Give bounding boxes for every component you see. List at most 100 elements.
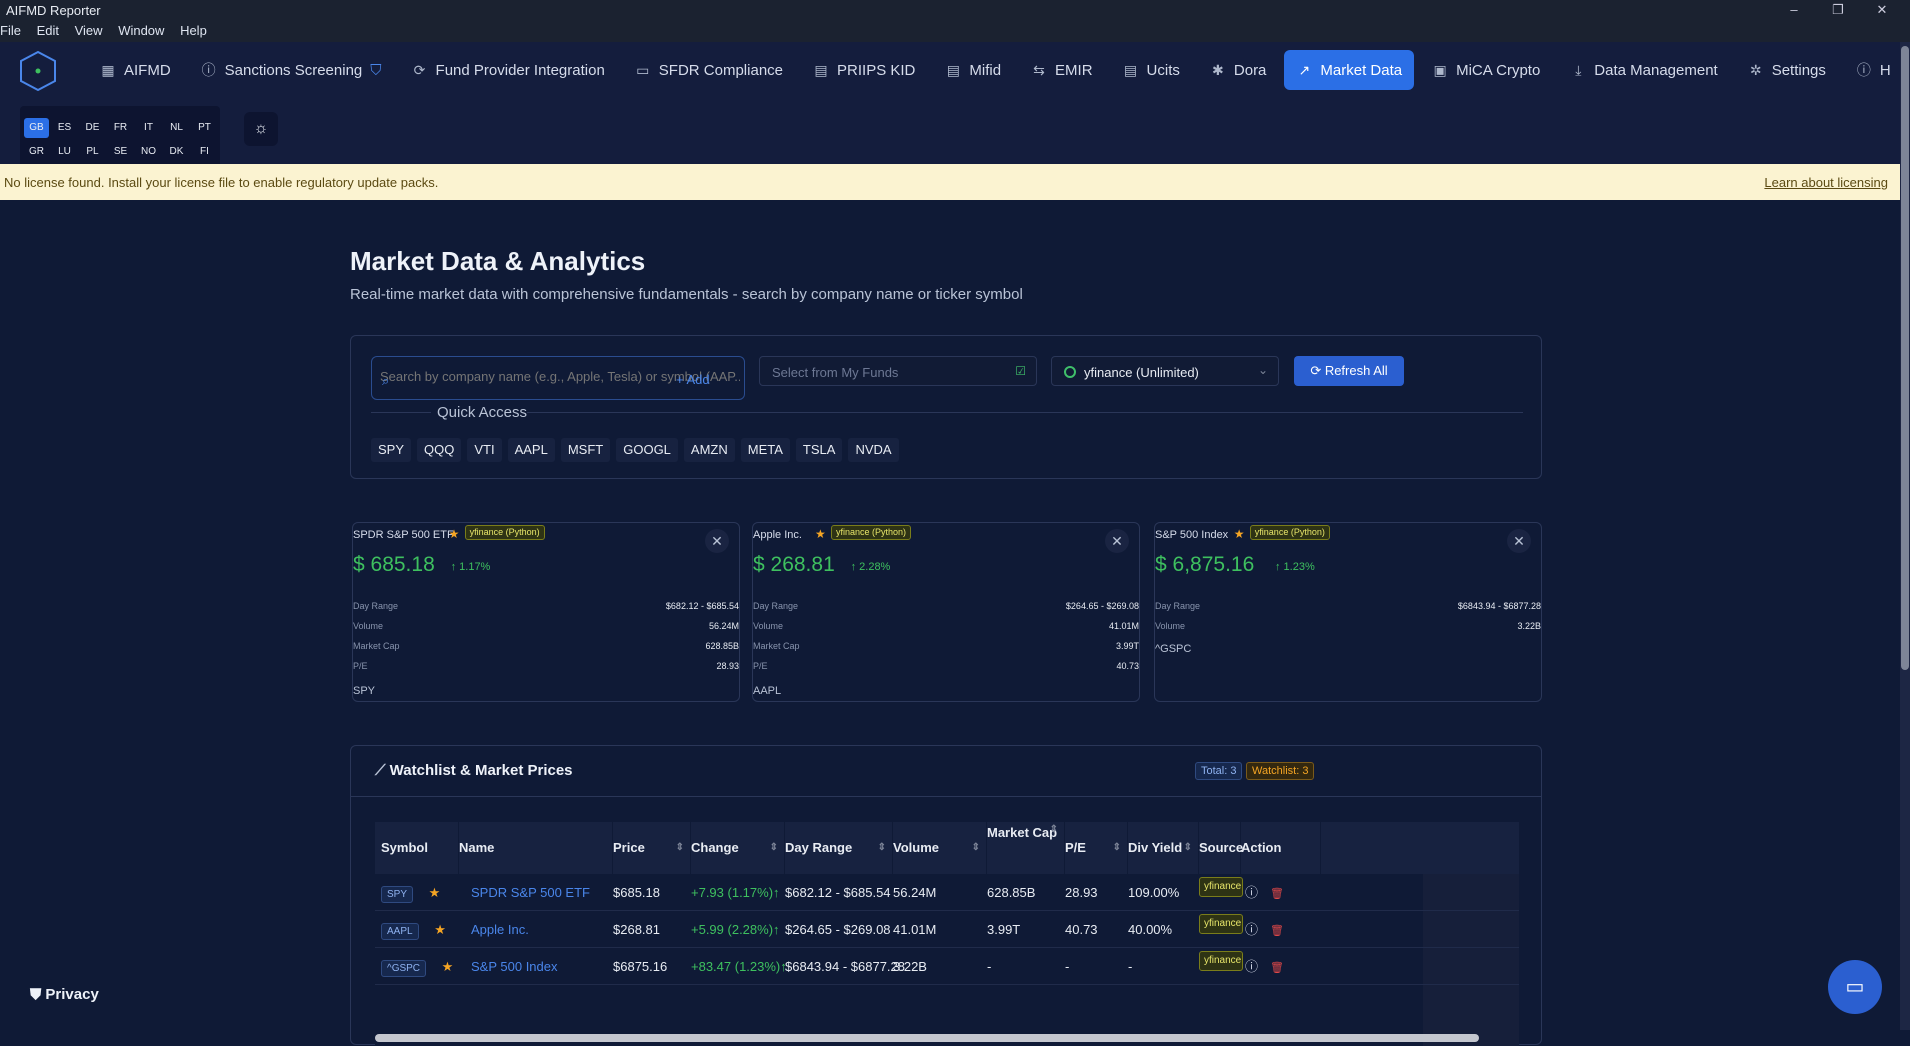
nav-item-data-management[interactable]: ⤓ Data Management <box>1558 50 1729 90</box>
column-header-div-yield[interactable]: Div Yield ⇕ <box>1128 822 1199 874</box>
close-icon[interactable]: ✕ <box>705 529 729 553</box>
quick-access-chip[interactable]: QQQ <box>417 438 462 462</box>
lang-pl[interactable]: PL <box>80 142 105 162</box>
star-icon[interactable]: ★ <box>815 527 826 541</box>
column-header-market-cap[interactable]: Market Cap ⇕ <box>987 822 1065 874</box>
column-header-price[interactable]: Price ⇕ <box>613 822 691 874</box>
calculator-icon: ▣ <box>1433 62 1447 78</box>
quick-access-chip[interactable]: SPY <box>371 438 412 462</box>
minimize-button[interactable]: – <box>1772 0 1816 20</box>
nav-item-mica-crypto[interactable]: ▣ MiCA Crypto <box>1420 50 1552 90</box>
menu-view[interactable]: View <box>75 20 103 42</box>
search-box[interactable]: ⌕ + Add <box>371 356 745 400</box>
symbol-cell[interactable]: ^GSPC ★ <box>381 948 453 985</box>
quick-access-chip[interactable]: NVDA <box>848 438 899 462</box>
nav-item-settings[interactable]: ✲ Settings <box>1736 50 1838 90</box>
nav-item-ucits[interactable]: ▤ Ucits <box>1111 50 1192 90</box>
lang-pt[interactable]: PT <box>192 118 217 138</box>
privacy-link[interactable]: ⛊ Privacy <box>30 986 99 1003</box>
provider-select[interactable]: yfinance (Unlimited) ⌄ <box>1051 356 1279 386</box>
column-header-name[interactable]: Name <box>459 822 613 874</box>
nav-item-sfdr-compliance[interactable]: ▭ SFDR Compliance <box>623 50 795 90</box>
column-header-source[interactable]: Source <box>1199 822 1243 874</box>
quick-access-chip[interactable]: AMZN <box>683 438 735 462</box>
symbol-cell[interactable]: SPY ★ <box>381 874 440 911</box>
delete-icon[interactable]: 🗑 <box>1270 888 1284 900</box>
name-cell[interactable]: Apple Inc. <box>459 911 529 948</box>
nav-item-dora[interactable]: ✱ Dora <box>1198 50 1279 90</box>
lang-se[interactable]: SE <box>108 142 133 162</box>
close-icon[interactable]: ✕ <box>1507 529 1531 553</box>
menu-help[interactable]: Help <box>180 20 207 42</box>
lang-no[interactable]: NO <box>136 142 161 162</box>
menu-window[interactable]: Window <box>118 20 164 42</box>
quote-card: Apple Inc. ★ yfinance (Python) ✕ $ 268.81 ↑ 2… <box>752 522 1140 702</box>
refresh-all-button[interactable]: ⟳ Refresh All <box>1294 356 1404 386</box>
symbol-pill[interactable]: AAPL <box>381 923 419 940</box>
column-header-action[interactable]: Action <box>1241 822 1321 874</box>
lang-gb[interactable]: GB <box>24 118 49 138</box>
lang-fi[interactable]: FI <box>192 142 217 162</box>
quick-access-chip[interactable]: VTI <box>467 438 502 462</box>
lang-lu[interactable]: LU <box>52 142 77 162</box>
symbol-pill[interactable]: SPY <box>381 886 414 903</box>
column-header-p-e[interactable]: P/E ⇕ <box>1065 822 1128 874</box>
star-icon[interactable]: ★ <box>438 959 454 974</box>
close-icon[interactable]: ✕ <box>1105 529 1129 553</box>
company-link[interactable]: Apple Inc. <box>471 922 529 937</box>
lang-gr[interactable]: GR <box>24 142 49 162</box>
theme-toggle-icon[interactable]: ☼ <box>244 112 278 146</box>
logo-icon[interactable] <box>18 50 58 92</box>
nav-item-aifmd[interactable]: ▦ AIFMD <box>88 50 183 90</box>
company-link[interactable]: SPDR S&P 500 ETF <box>471 885 590 900</box>
star-icon[interactable]: ★ <box>425 885 441 900</box>
nav-item-market-data[interactable]: ↗ Market Data <box>1284 50 1415 90</box>
column-header-symbol[interactable]: Symbol <box>381 822 459 874</box>
lang-de[interactable]: DE <box>80 118 105 138</box>
info-icon[interactable]: ⓘ <box>1245 922 1258 937</box>
lang-es[interactable]: ES <box>52 118 77 138</box>
lang-dk[interactable]: DK <box>164 142 189 162</box>
lang-fr[interactable]: FR <box>108 118 133 138</box>
column-header-volume[interactable]: Volume ⇕ <box>893 822 987 874</box>
lang-nl[interactable]: NL <box>164 118 189 138</box>
menu-file[interactable]: File <box>0 20 21 42</box>
name-cell[interactable]: S&P 500 Index <box>459 948 558 985</box>
name-cell[interactable]: SPDR S&P 500 ETF <box>459 874 590 911</box>
star-icon[interactable]: ★ <box>431 922 446 937</box>
delete-icon[interactable]: 🗑 <box>1270 962 1284 974</box>
nav-item-mifid[interactable]: ▤ Mifid <box>933 50 1013 90</box>
quick-access-chip[interactable]: MSFT <box>560 438 611 462</box>
quick-access-chip[interactable]: META <box>740 438 790 462</box>
nav-item-emir[interactable]: ⇆ EMIR <box>1019 50 1105 90</box>
menu-edit[interactable]: Edit <box>37 20 59 42</box>
star-icon[interactable]: ★ <box>1234 527 1245 541</box>
column-header-day-range[interactable]: Day Range ⇕ <box>785 822 893 874</box>
add-button[interactable]: + Add <box>676 372 710 387</box>
quick-access-chip[interactable]: AAPL <box>507 438 555 462</box>
info-icon[interactable]: ⓘ <box>1245 959 1258 974</box>
delete-icon[interactable]: 🗑 <box>1270 925 1284 937</box>
horizontal-scrollbar[interactable] <box>375 1034 1479 1042</box>
quick-access-chip[interactable]: GOOGL <box>616 438 678 462</box>
symbol-pill[interactable]: ^GSPC <box>381 960 427 977</box>
symbol-cell[interactable]: AAPL ★ <box>381 911 446 948</box>
my-funds-select[interactable]: Select from My Funds ☑ <box>759 356 1037 386</box>
company-link[interactable]: S&P 500 Index <box>471 959 558 974</box>
info-icon[interactable]: ⓘ <box>1245 885 1258 900</box>
licensing-link[interactable]: Learn about licensing <box>1764 175 1888 190</box>
vertical-scroll-thumb[interactable] <box>1901 46 1909 670</box>
table-row: SPY ★ SPDR S&P 500 ETF $685.18 +7.93 (1.17%… <box>375 874 1519 911</box>
close-button[interactable]: ✕ <box>1860 0 1904 20</box>
quick-access-chip[interactable]: TSLA <box>795 438 843 462</box>
restore-button[interactable]: ❐ <box>1816 0 1860 20</box>
nav-item-sanctions-screening[interactable]: ⓘ Sanctions Screening ⛉ <box>189 50 394 90</box>
nav-item-h[interactable]: ⓘ H <box>1844 50 1903 90</box>
column-header-change[interactable]: Change ⇕ <box>691 822 785 874</box>
nav-item-fund-provider-integration[interactable]: ⟳ Fund Provider Integration <box>400 50 617 90</box>
chat-button[interactable]: ▭ <box>1828 960 1882 1014</box>
nav-items: ▦ AIFMD ⓘ Sanctions Screening ⛉ ⟳ Fund Provide… <box>88 50 1903 90</box>
star-icon[interactable]: ★ <box>449 527 460 541</box>
lang-it[interactable]: IT <box>136 118 161 138</box>
nav-item-priips-kid[interactable]: ▤ PRIIPS KID <box>801 50 927 90</box>
